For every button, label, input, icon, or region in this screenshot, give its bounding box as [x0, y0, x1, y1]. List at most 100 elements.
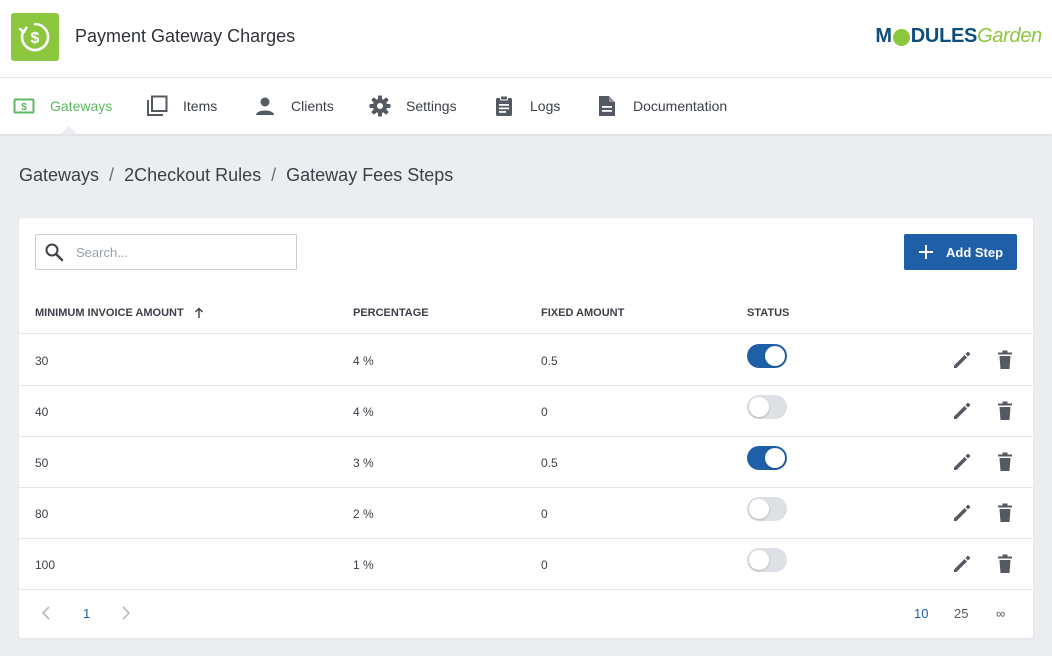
dollar-refresh-icon: $ [11, 13, 59, 61]
cell-fixed-amount: 0.5 [541, 353, 558, 368]
chevron-right-icon [122, 606, 131, 620]
delete-button[interactable] [994, 502, 1016, 524]
cell-fixed-amount: 0 [541, 506, 548, 521]
app-title: Payment Gateway Charges [75, 26, 296, 46]
breadcrumb-item[interactable]: Gateways [19, 165, 99, 186]
cell-minimum-invoice-amount: 40 [35, 404, 49, 419]
arrow-up-icon [194, 307, 204, 319]
nav-label: Documentation [633, 98, 728, 114]
chevron-left-icon [41, 606, 50, 620]
nav-label: Logs [530, 98, 561, 114]
gear-icon [368, 94, 392, 118]
globe-icon [892, 29, 910, 46]
status-toggle[interactable] [747, 446, 787, 470]
cell-percentage: 2 % [353, 506, 374, 521]
edit-button[interactable] [951, 400, 973, 422]
breadcrumb-current: Gateway Fees Steps [286, 165, 454, 185]
modulesgarden-logo[interactable]: M DULES Garden [875, 25, 1042, 48]
pencil-icon [952, 503, 972, 523]
toggle-knob [749, 550, 769, 570]
trash-icon [997, 350, 1013, 370]
breadcrumb: Gateways / 2Checkout Rules / Gateway Fee… [19, 165, 453, 186]
edit-button[interactable] [951, 451, 973, 473]
page-size-option[interactable]: 10 [914, 590, 928, 636]
delete-button[interactable] [994, 553, 1016, 575]
column-header-fixed-amount[interactable]: FIXED AMOUNT [541, 292, 624, 334]
cell-minimum-invoice-amount: 30 [35, 353, 49, 368]
nav-item-documentation[interactable]: Documentation [595, 78, 727, 134]
active-tab-indicator [61, 126, 77, 134]
search-input[interactable] [76, 244, 276, 260]
main-nav: $ Gateways Items Clients Settings Logs D… [0, 78, 1052, 134]
pencil-icon [952, 554, 972, 574]
trash-icon [997, 503, 1013, 523]
stacked-squares-icon [145, 94, 169, 118]
nav-item-items[interactable]: Items [145, 78, 217, 134]
money-icon: $ [12, 94, 36, 118]
page-number[interactable]: 1 [83, 590, 90, 636]
status-toggle[interactable] [747, 548, 787, 572]
breadcrumb-separator: / [109, 165, 115, 185]
nav-label: Clients [291, 98, 334, 114]
cell-minimum-invoice-amount: 80 [35, 506, 49, 521]
toggle-knob [765, 448, 785, 468]
add-step-label: Add Step [946, 244, 1004, 260]
breadcrumb-item[interactable]: 2Checkout Rules [124, 165, 261, 186]
table-row: 30 4 % 0.5 [19, 335, 1033, 386]
pencil-icon [952, 350, 972, 370]
trash-icon [997, 554, 1013, 574]
cell-minimum-invoice-amount: 50 [35, 455, 49, 470]
clipboard-icon [492, 94, 516, 118]
pencil-icon [952, 452, 972, 472]
column-header-minimum-invoice-amount[interactable]: MINIMUM INVOICE AMOUNT [35, 292, 204, 334]
edit-button[interactable] [951, 553, 973, 575]
toggle-knob [765, 346, 785, 366]
column-header-status[interactable]: STATUS [747, 292, 789, 334]
cell-fixed-amount: 0 [541, 404, 548, 419]
status-toggle[interactable] [747, 344, 787, 368]
trash-icon [997, 452, 1013, 472]
person-icon [253, 94, 277, 118]
steps-table-card: Add Step MINIMUM INVOICE AMOUNT PERCENTA… [19, 218, 1033, 638]
toggle-knob [749, 499, 769, 519]
nav-item-clients[interactable]: Clients [253, 78, 334, 134]
breadcrumb-separator: / [271, 165, 277, 185]
status-toggle[interactable] [747, 497, 787, 521]
toggle-knob [749, 397, 769, 417]
page-size-option[interactable]: 25 [954, 590, 968, 636]
nav-item-logs[interactable]: Logs [492, 78, 560, 134]
svg-text:$: $ [21, 102, 27, 113]
search-box [35, 234, 297, 270]
document-icon [595, 94, 619, 118]
table-header: MINIMUM INVOICE AMOUNT PERCENTAGE FIXED … [19, 292, 1033, 334]
cell-percentage: 1 % [353, 557, 374, 572]
table-row: 80 2 % 0 [19, 488, 1033, 539]
trash-icon [997, 401, 1013, 421]
nav-label: Settings [406, 98, 457, 114]
edit-button[interactable] [951, 502, 973, 524]
plus-icon [918, 244, 934, 260]
prev-page-button[interactable] [41, 590, 51, 636]
nav-label: Gateways [50, 98, 113, 114]
delete-button[interactable] [994, 349, 1016, 371]
page-size-option[interactable]: ∞ [996, 590, 1005, 636]
search-icon [44, 242, 64, 262]
next-page-button[interactable] [121, 590, 131, 636]
pagination: 1 10 25 ∞ [19, 590, 1033, 638]
nav-item-settings[interactable]: Settings [368, 78, 457, 134]
delete-button[interactable] [994, 400, 1016, 422]
cell-minimum-invoice-amount: 100 [35, 557, 56, 572]
top-bar: $ Payment Gateway Charges M DULES Garden [0, 0, 1052, 78]
column-header-percentage[interactable]: PERCENTAGE [353, 292, 429, 334]
cell-percentage: 4 % [353, 404, 374, 419]
status-toggle[interactable] [747, 395, 787, 419]
nav-label: Items [183, 98, 218, 114]
cell-fixed-amount: 0 [541, 557, 548, 572]
table-row: 40 4 % 0 [19, 386, 1033, 437]
add-step-button[interactable]: Add Step [904, 234, 1017, 270]
cell-fixed-amount: 0.5 [541, 455, 558, 470]
edit-button[interactable] [951, 349, 973, 371]
table-row: 50 3 % 0.5 [19, 437, 1033, 488]
table-row: 100 1 % 0 [19, 539, 1033, 590]
delete-button[interactable] [994, 451, 1016, 473]
